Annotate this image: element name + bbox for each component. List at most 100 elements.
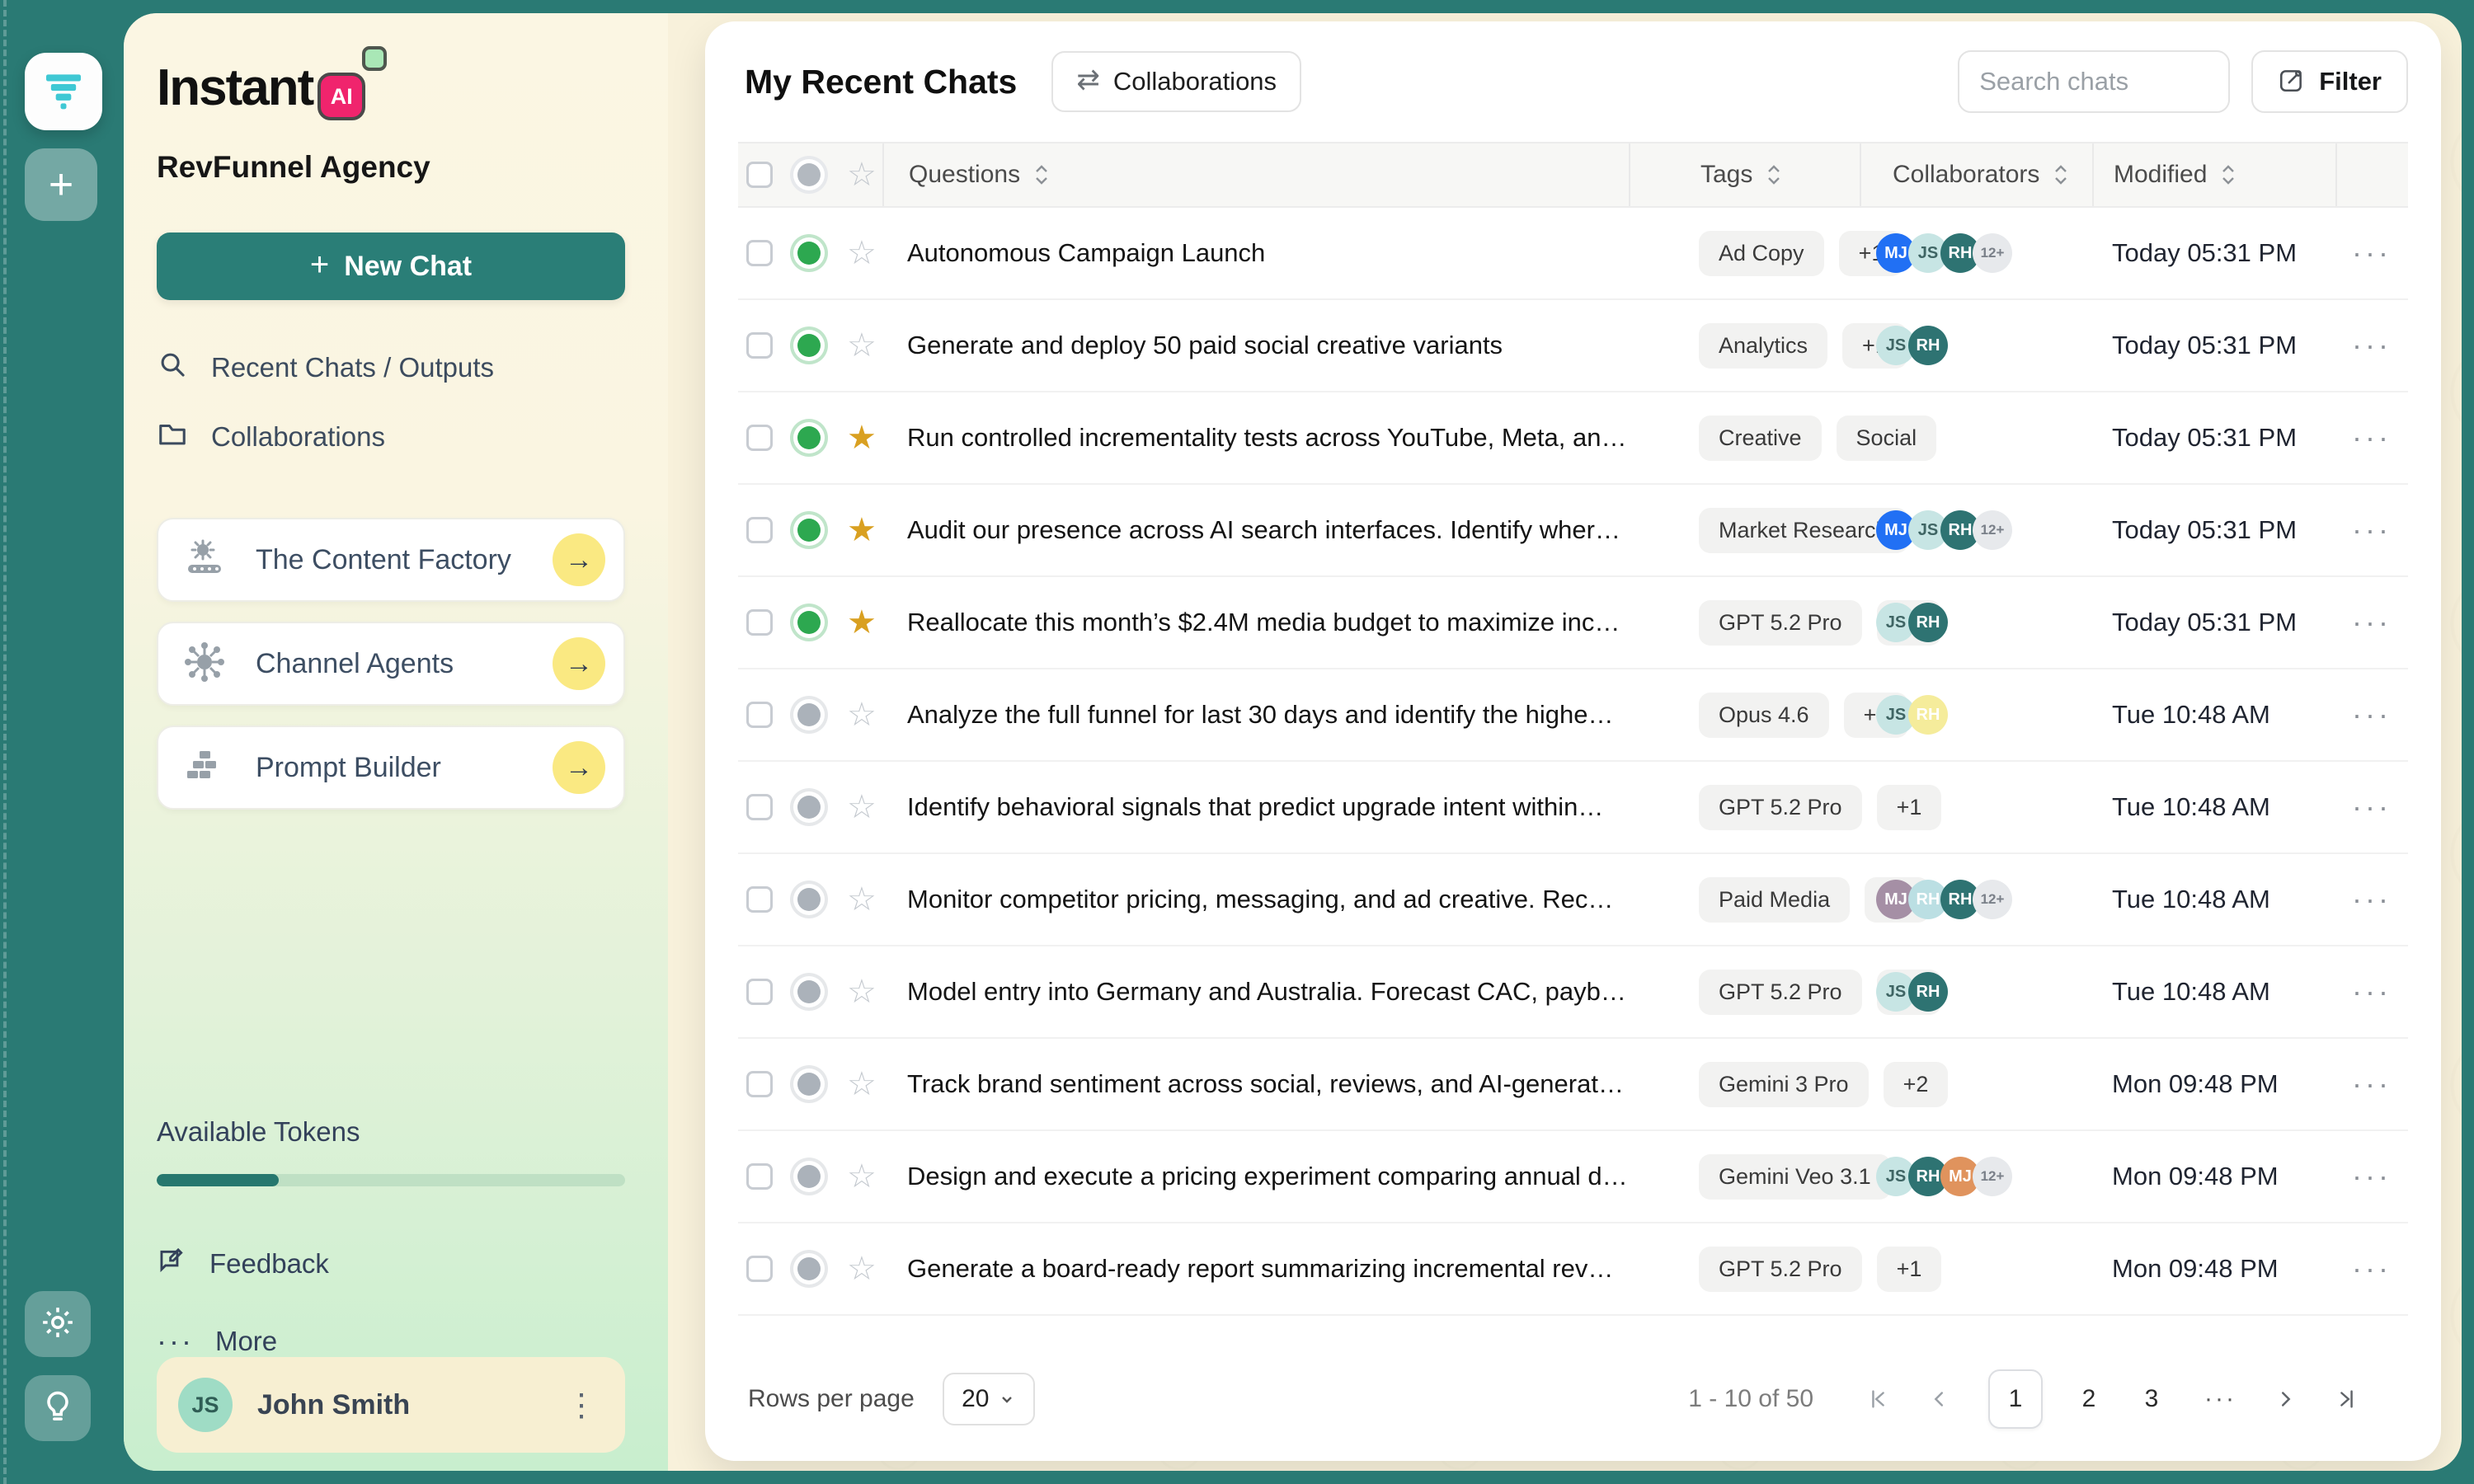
sidebar-item-collaborations[interactable]: Collaborations — [157, 402, 625, 472]
chat-question[interactable]: Identify behavioral signals that predict… — [882, 792, 1629, 822]
tag-pill: Opus 4.6 — [1699, 692, 1829, 738]
star-toggle[interactable]: ☆ — [847, 237, 877, 270]
arrow-right-icon[interactable]: → — [553, 533, 605, 586]
first-page-button[interactable] — [1866, 1387, 1891, 1411]
star-toggle[interactable]: ☆ — [847, 698, 877, 731]
user-card[interactable]: JS John Smith ⋮ — [157, 1357, 625, 1453]
row-actions-menu[interactable]: ··· — [2335, 420, 2408, 455]
row-actions-menu[interactable]: ··· — [2335, 513, 2408, 547]
tag-pill: Paid Media — [1699, 876, 1851, 923]
chat-question[interactable]: Run controlled incrementality tests acro… — [882, 423, 1629, 453]
table-row[interactable]: ★ Reallocate this month’s $2.4M media bud… — [738, 577, 2408, 669]
bricks-icon — [181, 743, 228, 793]
row-checkbox[interactable] — [746, 1163, 773, 1190]
row-actions-menu[interactable]: ··· — [2335, 1159, 2408, 1194]
row-checkbox[interactable] — [746, 425, 773, 451]
row-actions-menu[interactable]: ··· — [2335, 790, 2408, 824]
page-button-3[interactable]: 3 — [2135, 1385, 2168, 1413]
tool-card-the-content-factory[interactable]: The Content Factory → — [157, 518, 625, 602]
row-checkbox[interactable] — [746, 609, 773, 636]
star-toggle[interactable]: ☆ — [847, 883, 877, 916]
page-button-1[interactable]: 1 — [1988, 1369, 2044, 1429]
star-toggle[interactable]: ★ — [847, 514, 877, 547]
row-actions-menu[interactable]: ··· — [2335, 236, 2408, 270]
column-header-modified[interactable]: Modified — [2092, 143, 2335, 206]
table-row[interactable]: ☆ Analyze the full funnel for last 30 day… — [738, 669, 2408, 762]
help-button[interactable] — [25, 1375, 91, 1441]
tag-overflow-pill: +1 — [1876, 1246, 1942, 1292]
row-checkbox[interactable] — [746, 794, 773, 820]
column-header-tags[interactable]: Tags — [1629, 143, 1860, 206]
row-checkbox[interactable] — [746, 240, 773, 266]
table-row[interactable]: ☆ Design and execute a pricing experiment… — [738, 1131, 2408, 1223]
row-checkbox[interactable] — [746, 1256, 773, 1282]
rows-per-page-select[interactable]: 20 — [942, 1373, 1035, 1425]
filter-button[interactable]: Filter — [2251, 50, 2408, 113]
last-page-button[interactable] — [2334, 1387, 2359, 1411]
collaborations-toggle-button[interactable]: ⇄ Collaborations — [1051, 51, 1302, 112]
settings-button[interactable] — [25, 1291, 91, 1357]
select-all-checkbox[interactable] — [746, 162, 773, 188]
star-toggle[interactable]: ☆ — [847, 1068, 877, 1101]
add-workspace-button[interactable]: + — [25, 148, 97, 221]
table-row[interactable]: ☆ Generate and deploy 50 paid social crea… — [738, 300, 2408, 392]
column-header-questions[interactable]: Questions — [882, 143, 1629, 206]
app-logo-button[interactable] — [25, 53, 102, 130]
row-checkbox[interactable] — [746, 979, 773, 1005]
table-row[interactable]: ★ Audit our presence across AI search int… — [738, 485, 2408, 577]
row-actions-menu[interactable]: ··· — [2335, 605, 2408, 640]
status-filter-icon[interactable] — [797, 163, 821, 186]
new-chat-button[interactable]: + New Chat — [157, 232, 625, 300]
search-input[interactable] — [1979, 67, 2209, 96]
row-checkbox[interactable] — [746, 332, 773, 359]
arrow-right-icon[interactable]: → — [553, 637, 605, 690]
row-actions-menu[interactable]: ··· — [2335, 1252, 2408, 1286]
kebab-menu-icon[interactable]: ⋮ — [559, 1387, 604, 1424]
row-actions-menu[interactable]: ··· — [2335, 974, 2408, 1009]
tool-card-channel-agents[interactable]: Channel Agents → — [157, 622, 625, 706]
pagination-overflow[interactable]: ··· — [2204, 1385, 2236, 1413]
table-row[interactable]: ☆ Monitor competitor pricing, messaging, … — [738, 854, 2408, 946]
star-filter-icon[interactable]: ☆ — [847, 158, 877, 191]
chat-question[interactable]: Autonomous Campaign Launch — [882, 238, 1629, 268]
page-button-2[interactable]: 2 — [2072, 1385, 2105, 1413]
feedback-link[interactable]: Feedback — [157, 1245, 329, 1283]
row-checkbox[interactable] — [746, 702, 773, 728]
star-toggle[interactable]: ☆ — [847, 1160, 877, 1193]
star-toggle[interactable]: ☆ — [847, 791, 877, 824]
tool-card-prompt-builder[interactable]: Prompt Builder → — [157, 726, 625, 810]
chat-question[interactable]: Track brand sentiment across social, rev… — [882, 1069, 1629, 1099]
arrow-right-icon[interactable]: → — [553, 741, 605, 794]
previous-page-button[interactable] — [1927, 1387, 1952, 1411]
more-link[interactable]: ··· More — [157, 1324, 277, 1359]
row-checkbox[interactable] — [746, 886, 773, 913]
chat-question[interactable]: Monitor competitor pricing, messaging, a… — [882, 885, 1629, 914]
row-actions-menu[interactable]: ··· — [2335, 328, 2408, 363]
chat-question[interactable]: Audit our presence across AI search inte… — [882, 515, 1629, 545]
sidebar-item-recent-chats-outputs[interactable]: Recent Chats / Outputs — [157, 333, 625, 402]
star-toggle[interactable]: ★ — [847, 606, 877, 639]
row-actions-menu[interactable]: ··· — [2335, 882, 2408, 917]
column-header-collaborators[interactable]: Collaborators — [1860, 143, 2092, 206]
table-row[interactable]: ☆ Generate a board-ready report summarizi… — [738, 1223, 2408, 1316]
chat-question[interactable]: Model entry into Germany and Australia. … — [882, 977, 1629, 1007]
row-checkbox[interactable] — [746, 517, 773, 543]
star-toggle[interactable]: ★ — [847, 421, 877, 454]
chat-question[interactable]: Design and execute a pricing experiment … — [882, 1162, 1629, 1191]
table-row[interactable]: ★ Run controlled incrementality tests acr… — [738, 392, 2408, 485]
table-row[interactable]: ☆ Track brand sentiment across social, re… — [738, 1039, 2408, 1131]
chat-question[interactable]: Reallocate this month’s $2.4M media budg… — [882, 608, 1629, 637]
next-page-button[interactable] — [2273, 1387, 2298, 1411]
row-checkbox[interactable] — [746, 1071, 773, 1097]
row-actions-menu[interactable]: ··· — [2335, 697, 2408, 732]
table-row[interactable]: ☆ Model entry into Germany and Australia.… — [738, 946, 2408, 1039]
chat-question[interactable]: Generate a board-ready report summarizin… — [882, 1254, 1629, 1284]
row-actions-menu[interactable]: ··· — [2335, 1067, 2408, 1101]
star-toggle[interactable]: ☆ — [847, 975, 877, 1008]
chat-question[interactable]: Generate and deploy 50 paid social creat… — [882, 331, 1629, 360]
star-toggle[interactable]: ☆ — [847, 329, 877, 362]
chat-question[interactable]: Analyze the full funnel for last 30 days… — [882, 700, 1629, 730]
star-toggle[interactable]: ☆ — [847, 1252, 877, 1285]
table-row[interactable]: ☆ Autonomous Campaign Launch Ad Copy +1 MJ JS… — [738, 208, 2408, 300]
table-row[interactable]: ☆ Identify behavioral signals that predic… — [738, 762, 2408, 854]
